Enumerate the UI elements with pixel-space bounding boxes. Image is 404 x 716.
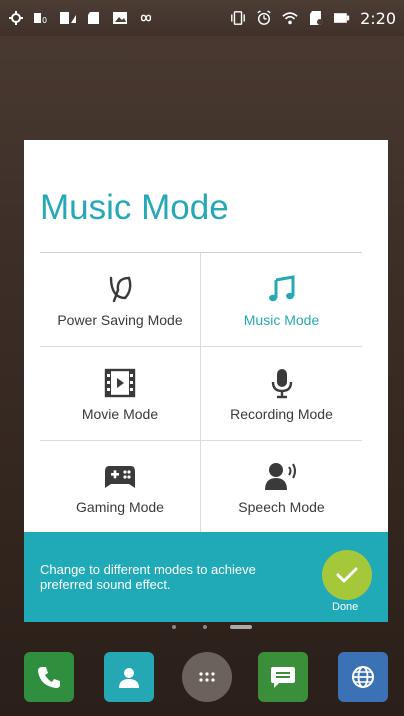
signal-x-icon: 0 bbox=[34, 10, 50, 26]
svg-text:0: 0 bbox=[42, 16, 47, 25]
sd-card-icon bbox=[86, 10, 102, 26]
page-dot bbox=[203, 625, 207, 629]
contacts-icon[interactable] bbox=[104, 652, 154, 702]
mode-speech[interactable]: Speech Mode bbox=[201, 441, 362, 533]
sound-mode-dialog: Music Mode Power Saving Mode Music Mode … bbox=[24, 140, 388, 533]
done-button[interactable] bbox=[322, 550, 372, 600]
gamepad-icon bbox=[103, 459, 137, 493]
mode-label: Movie Mode bbox=[81, 405, 159, 422]
image-icon bbox=[112, 10, 128, 26]
dock bbox=[0, 652, 404, 708]
phone-icon[interactable] bbox=[24, 652, 74, 702]
mode-label: Music Mode bbox=[243, 311, 320, 328]
film-icon bbox=[104, 366, 136, 400]
status-right-icons: 2:20 bbox=[230, 9, 396, 28]
battery-icon bbox=[334, 10, 350, 26]
status-left-icons: 0 bbox=[8, 10, 154, 26]
browser-icon[interactable] bbox=[338, 652, 388, 702]
mode-recording[interactable]: Recording Mode bbox=[201, 347, 362, 441]
page-dot bbox=[172, 625, 176, 629]
mode-label: Recording Mode bbox=[230, 405, 333, 422]
mode-movie[interactable]: Movie Mode bbox=[40, 347, 201, 441]
page-dot-current bbox=[230, 625, 252, 629]
messages-icon[interactable] bbox=[258, 652, 308, 702]
infinity-icon bbox=[138, 10, 154, 26]
alarm-icon bbox=[256, 10, 272, 26]
wifi-icon bbox=[282, 10, 298, 26]
mode-grid: Power Saving Mode Music Mode Movie Mode … bbox=[40, 252, 362, 533]
mode-gaming[interactable]: Gaming Mode bbox=[40, 441, 201, 533]
check-icon bbox=[336, 567, 358, 583]
location-icon bbox=[8, 10, 24, 26]
mode-power-saving[interactable]: Power Saving Mode bbox=[40, 253, 201, 347]
vibrate-icon bbox=[230, 10, 246, 26]
sd-icon bbox=[308, 10, 324, 26]
dialog-title: Music Mode bbox=[40, 188, 229, 227]
app-drawer-icon[interactable] bbox=[182, 652, 232, 702]
speech-icon bbox=[264, 459, 300, 493]
mode-label: Gaming Mode bbox=[76, 499, 164, 515]
done-label: Done bbox=[332, 601, 359, 613]
mode-label: Speech Mode bbox=[238, 499, 325, 515]
status-time: 2:20 bbox=[360, 8, 396, 28]
info-text: Change to different modes to achieve pre… bbox=[40, 562, 256, 592]
info-bar: Change to different modes to achieve pre… bbox=[24, 532, 388, 622]
mode-label: Power Saving Mode bbox=[57, 311, 183, 328]
status-bar: 0 2:20 bbox=[0, 0, 404, 36]
music-note-icon bbox=[267, 272, 297, 306]
page-indicator bbox=[0, 624, 404, 630]
microphone-icon bbox=[268, 366, 296, 400]
mode-music[interactable]: Music Mode bbox=[201, 253, 362, 347]
sim-icon bbox=[60, 10, 76, 26]
leaf-icon bbox=[105, 272, 135, 306]
